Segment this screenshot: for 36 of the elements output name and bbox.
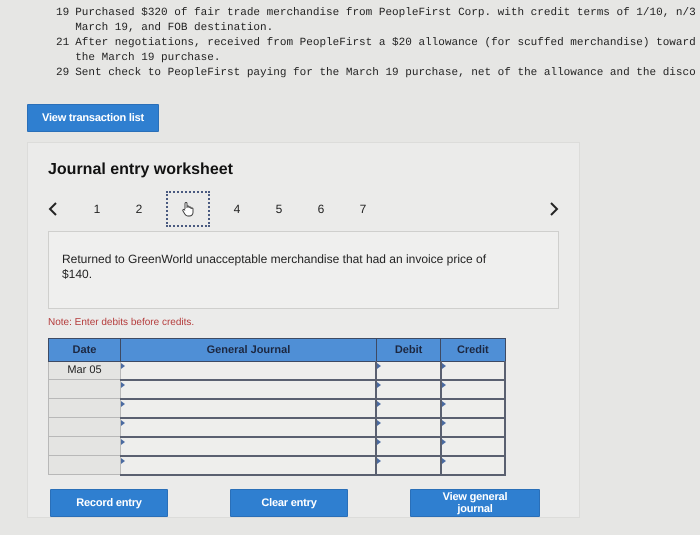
column-header: Date xyxy=(48,338,120,361)
hand-cursor-icon xyxy=(180,200,196,216)
step-tab[interactable]: 1 xyxy=(82,190,112,226)
date-cell xyxy=(48,456,120,474)
column-header: Credit xyxy=(440,338,505,361)
step-tab[interactable]: 7 xyxy=(348,190,378,226)
view-transaction-list-button[interactable]: View transaction list xyxy=(27,104,159,132)
step-tab[interactable]: 6 xyxy=(306,190,336,226)
problem-text: After negotiations, received from PeopleFirst a $20 allowance (for scuffed merchandise) toward xyxy=(75,36,696,50)
problem-text: Purchased $320 of fair trade merchandise from PeopleFirst Corp. with credit terms of 1/10, n/3 xyxy=(75,6,696,20)
day-number: 19 xyxy=(56,6,70,21)
step-tab[interactable]: 5 xyxy=(264,190,294,226)
date-cell xyxy=(48,436,120,456)
action-button[interactable]: View general journal xyxy=(410,488,540,516)
step-tab[interactable]: 4 xyxy=(222,190,252,226)
problem-text: the March 19 purchase. xyxy=(75,50,222,65)
description-text: Returned to GreenWorld unacceptable merchandise that had an invoice price of $140. xyxy=(62,252,488,282)
action-button[interactable]: Record entry xyxy=(50,488,168,516)
date-cell xyxy=(48,398,120,418)
day-number: 29 xyxy=(56,66,70,80)
column-header: General Journal xyxy=(120,338,376,361)
entry-field[interactable] xyxy=(440,361,505,380)
date-cell: Mar 05 xyxy=(48,361,120,380)
step-tab[interactable]: 2 xyxy=(124,190,154,226)
day-number: 21 xyxy=(56,36,70,51)
problem-text: Sent check to PeopleFirst paying for the March 19 purchase, net of the allowance and the disco xyxy=(75,66,696,80)
entry-field[interactable] xyxy=(120,361,376,380)
entry-field[interactable] xyxy=(376,361,441,380)
action-button[interactable]: Clear entry xyxy=(230,488,348,516)
step-tab[interactable] xyxy=(166,190,210,226)
date-cell xyxy=(48,380,120,398)
worksheet-title: Journal entry worksheet xyxy=(48,160,234,178)
note-text: Note: Enter debits before credits. xyxy=(48,316,196,328)
problem-text: March 19, and FOB destination. xyxy=(75,20,274,35)
date-cell xyxy=(48,418,120,436)
column-header: Debit xyxy=(376,338,441,361)
